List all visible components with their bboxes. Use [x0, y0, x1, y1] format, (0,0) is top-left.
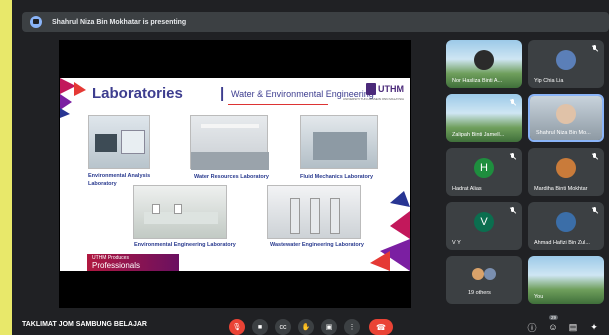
- avatar: [474, 50, 494, 71]
- others-tile[interactable]: 19 others: [446, 256, 522, 304]
- participant-name: Mardiha Binti Mokhtar: [534, 186, 588, 192]
- participant-name: Ahmad Hafizi Bin Zul...: [534, 240, 590, 246]
- info-icon: ⓘ: [527, 322, 537, 333]
- avatar: [556, 212, 576, 233]
- mic-off-icon: 🎙: [232, 324, 242, 331]
- mic-off-icon: [509, 99, 516, 106]
- more-vert-icon: ⋮: [348, 324, 356, 331]
- avatar: [556, 158, 576, 179]
- avatar: [472, 268, 484, 280]
- lab-caption: Water Resources Laboratory: [194, 174, 269, 180]
- participant-tile[interactable]: V V Y: [446, 202, 522, 250]
- uthm-tagline: UNIVERSITI TUN HUSSEIN ONN MALAYSIA: [342, 97, 404, 101]
- present-now-button[interactable]: ▣: [321, 319, 337, 335]
- uthm-logo: UTHM: [366, 81, 404, 97]
- captions-button[interactable]: cc: [275, 319, 291, 335]
- avatar: [556, 104, 576, 125]
- shared-slide: Laboratories | Water & Environmental Eng…: [60, 78, 410, 271]
- participant-tile[interactable]: Ahmad Hafizi Bin Zul...: [528, 202, 604, 250]
- chat-icon: ▤: [568, 321, 578, 332]
- camera-icon: ■: [257, 323, 263, 331]
- mic-off-icon: [591, 153, 598, 160]
- activities-button[interactable]: ✦: [588, 321, 600, 333]
- lab-caption: Environmental Engineering Laboratory: [134, 242, 236, 248]
- avatar: H: [474, 158, 494, 179]
- footer-tagline-big: Professionals: [92, 261, 141, 270]
- control-bar: TAKLIMAT JOM SAMBUNG BELAJAR 🎙 ■ cc ✋ ▣ …: [12, 311, 609, 335]
- lab-photo-fluid-mechanics: [300, 115, 378, 169]
- mic-toggle-button[interactable]: 🎙: [229, 319, 245, 335]
- participant-name: Hadrat Alias: [452, 186, 482, 192]
- mic-off-icon: [591, 45, 598, 52]
- participant-tile[interactable]: Yip Chia Lia: [528, 40, 604, 88]
- lab-caption: Fluid Mechanics Laboratory: [300, 174, 374, 180]
- slide-title: Laboratories: [92, 85, 183, 102]
- raise-hand-button[interactable]: ✋: [298, 319, 314, 335]
- meeting-details-button[interactable]: ⓘ: [526, 321, 538, 333]
- participant-tile[interactable]: Zalipah Binti Jamell...: [446, 94, 522, 142]
- mic-off-icon: [509, 153, 516, 160]
- participant-tile[interactable]: H Hadrat Alias: [446, 148, 522, 196]
- phone-hangup-icon: ☎: [376, 322, 386, 332]
- camera-toggle-button[interactable]: ■: [252, 319, 268, 335]
- participant-count-badge: 29: [549, 315, 559, 320]
- participant-tile[interactable]: Mardiha Binti Mokhtar: [528, 148, 604, 196]
- captions-icon: cc: [279, 323, 287, 331]
- slide-title-separator: |: [220, 85, 225, 102]
- present-icon: ▣: [325, 324, 333, 331]
- lab-photo-environmental-engineering: [133, 185, 227, 239]
- chat-button[interactable]: ▤: [567, 321, 579, 333]
- participant-name: V Y: [452, 240, 461, 246]
- people-button[interactable]: ☺: [547, 321, 559, 333]
- activities-icon: ✦: [590, 321, 598, 332]
- participant-tile-active-speaker[interactable]: Shahrul Niza Bin Mo...: [528, 94, 604, 142]
- lab-photo-water-resources: [190, 115, 269, 170]
- decorative-triangles: [60, 78, 86, 118]
- present-screen-icon: [30, 16, 42, 28]
- meet-window: Shahrul Niza Bin Mokhatar is presenting …: [12, 0, 609, 335]
- participant-name: You: [534, 294, 544, 300]
- uthm-crest-icon: [366, 83, 376, 95]
- uthm-logo-text: UTHM: [378, 84, 404, 94]
- participant-name: Zalipah Binti Jamell...: [452, 132, 505, 138]
- more-options-button[interactable]: ⋮: [344, 319, 360, 335]
- lab-photo-wastewater-engineering: [267, 185, 361, 239]
- people-icon: ☺: [548, 322, 558, 332]
- participant-name: Yip Chia Lia: [534, 78, 564, 84]
- participant-tile[interactable]: Nor Hasliza Binti A...: [446, 40, 522, 88]
- participant-name: Nor Hasliza Binti A...: [452, 78, 503, 84]
- avatar: [556, 50, 576, 71]
- meeting-title: TAKLIMAT JOM SAMBUNG BELAJAR: [22, 321, 147, 328]
- decorative-triangles: [370, 191, 410, 271]
- annotation-underline: [228, 104, 328, 105]
- mic-off-icon: [591, 207, 598, 214]
- presenting-banner: Shahrul Niza Bin Mokhatar is presenting: [22, 12, 609, 32]
- self-tile[interactable]: You: [528, 256, 604, 304]
- lab-photo-environmental-analysis: [88, 115, 150, 169]
- mic-off-icon: [509, 207, 516, 214]
- presenting-text: Shahrul Niza Bin Mokhatar is presenting: [52, 18, 187, 26]
- leave-call-button[interactable]: ☎: [369, 319, 393, 335]
- participant-name: Shahrul Niza Bin Mo...: [536, 130, 591, 136]
- hand-icon: ✋: [301, 324, 311, 331]
- avatar: [484, 268, 496, 280]
- avatar: V: [474, 212, 494, 233]
- others-count: 19 others: [468, 290, 491, 296]
